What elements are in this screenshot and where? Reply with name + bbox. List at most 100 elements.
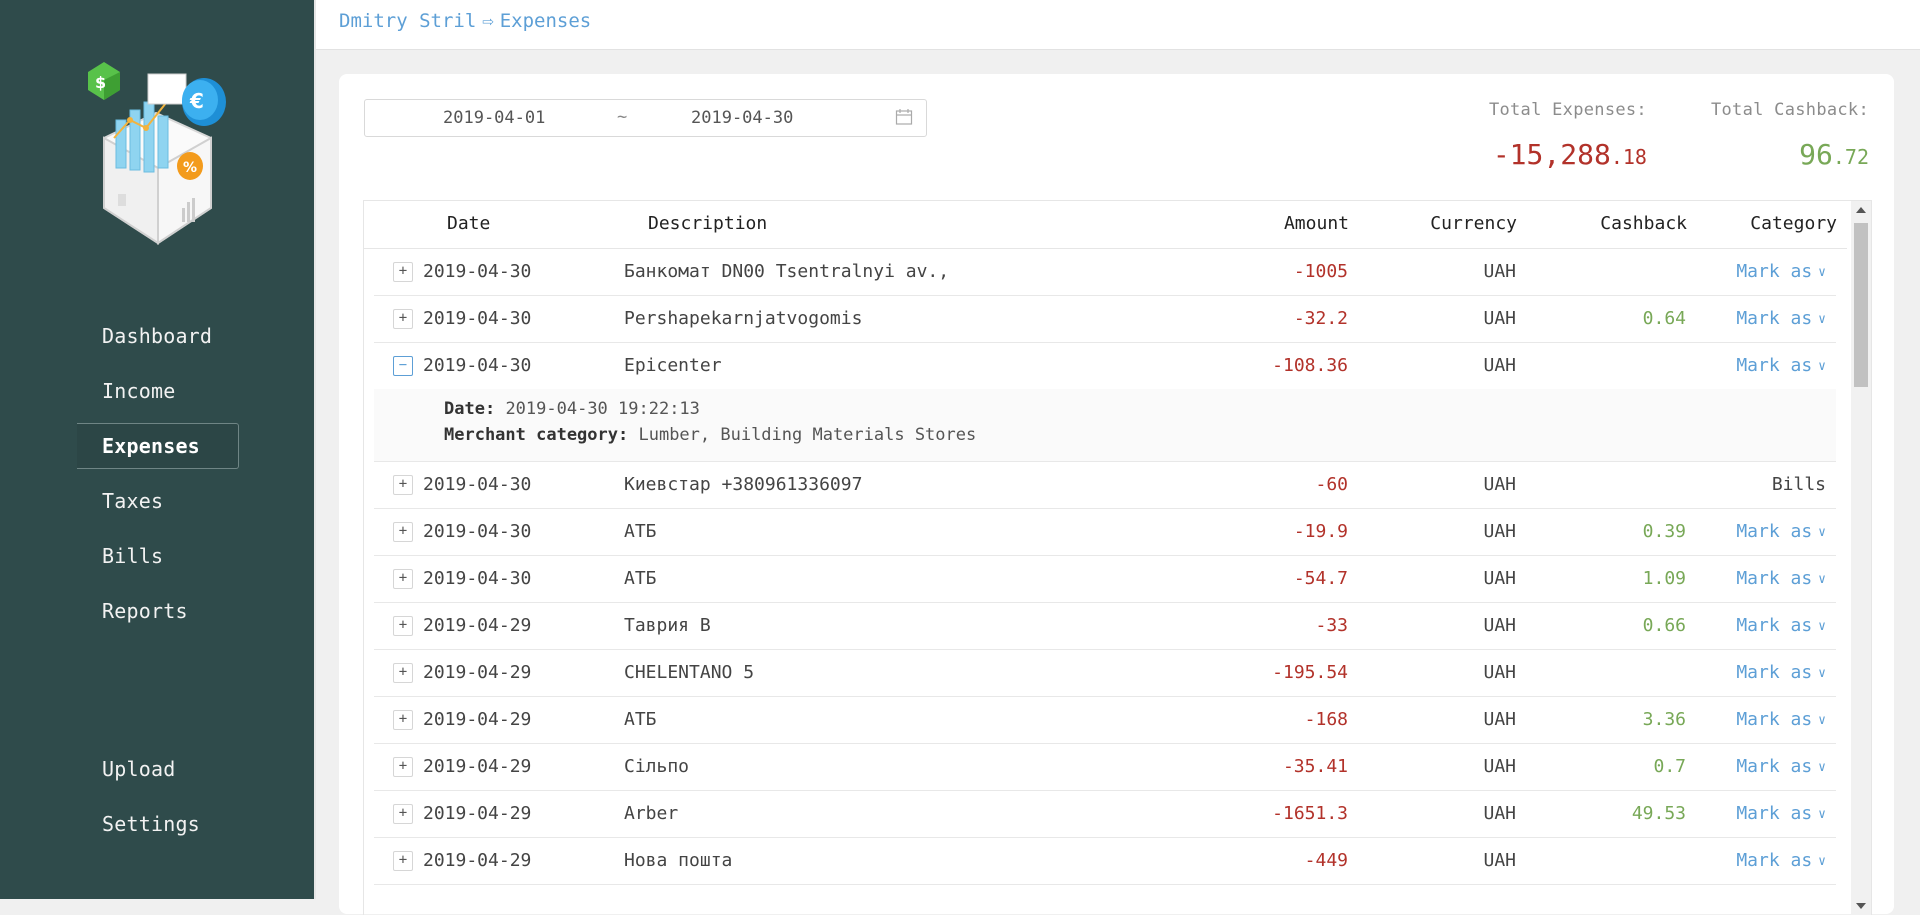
mark-as-dropdown[interactable]: Mark as ∨ [1736, 521, 1826, 542]
calendar-icon[interactable] [895, 108, 913, 126]
row-description: Epicenter [624, 355, 722, 376]
nav-item-dashboard[interactable]: Dashboard [77, 313, 239, 359]
table-row[interactable]: −2019-04-30 Epicenter -108.36 UAH Mark as ∨ [374, 343, 1836, 390]
column-header-description[interactable]: Description [648, 213, 767, 234]
mark-as-dropdown[interactable]: Mark as ∨ [1736, 308, 1826, 329]
row-currency: UAH [1483, 850, 1516, 871]
scrollbar-thumb[interactable] [1854, 223, 1868, 387]
row-amount: -1005 [1293, 261, 1348, 282]
table-row[interactable]: +2019-04-29 Нова пошта -449 UAH Mark as ∨ [374, 838, 1836, 885]
nav-item-income[interactable]: Income [77, 368, 239, 414]
expand-row-button[interactable]: + [393, 475, 413, 495]
expand-row-button[interactable]: + [393, 616, 413, 636]
column-header-currency[interactable]: Currency [1430, 213, 1517, 234]
mark-as-dropdown[interactable]: Mark as ∨ [1736, 803, 1826, 824]
chevron-down-icon: ∨ [1818, 619, 1826, 634]
row-amount: -108.36 [1272, 355, 1348, 376]
collapse-row-button[interactable]: − [393, 356, 413, 376]
row-amount: -168 [1304, 709, 1348, 730]
chevron-down-icon: ∨ [1818, 572, 1826, 587]
range-separator: ~ [617, 107, 628, 127]
date-range-picker[interactable]: 2019-04-01 ~ 2019-04-30 [364, 99, 927, 137]
scroll-up-arrow-icon[interactable] [1856, 207, 1866, 213]
row-date: 2019-04-29 [423, 850, 532, 871]
table-row[interactable]: +2019-04-29 Сільпо -35.41 UAH 0.7 Mark as ∨ [374, 744, 1836, 791]
row-date: 2019-04-29 [423, 709, 532, 730]
row-currency: UAH [1483, 709, 1516, 730]
row-amount: -32.2 [1293, 308, 1348, 329]
row-description: Arber [624, 803, 679, 824]
row-date: 2019-04-30 [423, 521, 532, 542]
column-header-date[interactable]: Date [447, 213, 490, 234]
mark-as-label: Mark as [1736, 850, 1813, 871]
chevron-down-icon: ∨ [1818, 713, 1826, 728]
table-row[interactable]: +2019-04-29 CHELENTANO 5 -195.54 UAH Mark as… [374, 650, 1836, 697]
column-header-amount[interactable]: Amount [1284, 213, 1349, 234]
scroll-down-arrow-icon[interactable] [1856, 903, 1866, 909]
table-row[interactable]: +2019-04-29 АТБ -168 UAH 3.36 Mark as ∨ [374, 697, 1836, 744]
table-row[interactable]: +2019-04-30 Банкомат DN00 Tsentralnyi av.… [374, 249, 1836, 296]
row-cashback: 49.53 [1631, 803, 1686, 824]
row-amount: -1651.3 [1272, 803, 1348, 824]
start-date-input[interactable]: 2019-04-01 [443, 108, 545, 128]
breadcrumb-expenses[interactable]: Expenses [500, 10, 592, 32]
nav-item-taxes[interactable]: Taxes [77, 478, 239, 524]
nav-item-expenses[interactable]: Expenses [77, 423, 239, 469]
expand-row-button[interactable]: + [393, 851, 413, 871]
row-currency: UAH [1483, 756, 1516, 777]
column-header-category[interactable]: Category [1750, 213, 1837, 234]
total-cashback-label: Total Cashback: [1710, 100, 1869, 120]
mark-as-dropdown[interactable]: Mark as ∨ [1736, 850, 1826, 871]
mark-as-dropdown[interactable]: Mark as ∨ [1736, 615, 1826, 636]
mark-as-label: Mark as [1736, 662, 1813, 683]
table-row[interactable]: +2019-04-30 Киевстар +380961336097 -60 UAH B… [374, 462, 1836, 509]
table-row[interactable]: +2019-04-30 Pershapekarnjatvogomis -32.2 UA… [374, 296, 1836, 343]
main-nav: Dashboard Income Expenses Taxes Bills Re… [77, 313, 239, 643]
expand-row-button[interactable]: + [393, 309, 413, 329]
chevron-down-icon: ∨ [1818, 854, 1826, 869]
mark-as-label: Mark as [1736, 615, 1813, 636]
mark-as-dropdown[interactable]: Mark as ∨ [1736, 662, 1826, 683]
breadcrumb-user[interactable]: Dmitry Stril [339, 10, 476, 32]
expand-row-button[interactable]: + [393, 663, 413, 683]
nav-item-reports[interactable]: Reports [77, 588, 239, 634]
total-expenses: Total Expenses: -15,288.18 [1489, 100, 1647, 171]
breadcrumb: Dmitry Stril ⇨ Expenses [339, 10, 591, 32]
expand-row-button[interactable]: + [393, 569, 413, 589]
row-date: 2019-04-30 [423, 261, 532, 282]
expanded-row-detail: Date: 2019-04-30 19:22:13 Merchant categ… [374, 389, 1836, 462]
mark-as-dropdown[interactable]: Mark as ∨ [1736, 355, 1826, 376]
row-currency: UAH [1483, 803, 1516, 824]
expand-row-button[interactable]: + [393, 804, 413, 824]
expand-row-button[interactable]: + [393, 522, 413, 542]
row-date: 2019-04-30 [423, 355, 532, 376]
mark-as-label: Mark as [1736, 355, 1813, 376]
row-date: 2019-04-30 [423, 474, 532, 495]
expenses-table: Date Description Amount Currency Cashbac… [363, 200, 1872, 915]
mark-as-dropdown[interactable]: Mark as ∨ [1736, 756, 1826, 777]
expand-row-button[interactable]: + [393, 262, 413, 282]
row-currency: UAH [1483, 662, 1516, 683]
row-cashback: 0.66 [1642, 615, 1686, 636]
table-scrollbar[interactable] [1851, 201, 1871, 915]
table-row[interactable]: +2019-04-30 АТБ -19.9 UAH 0.39 Mark as ∨ [374, 509, 1836, 556]
row-amount: -449 [1304, 850, 1348, 871]
mark-as-dropdown[interactable]: Mark as ∨ [1736, 709, 1826, 730]
mark-as-dropdown[interactable]: Mark as ∨ [1736, 261, 1826, 282]
nav-item-settings[interactable]: Settings [77, 801, 239, 847]
end-date-input[interactable]: 2019-04-30 [691, 108, 793, 128]
sidebar: $ € % Dashboard Income Expenses Taxes Bi… [0, 0, 316, 899]
row-cashback: 0.64 [1642, 308, 1686, 329]
row-amount: -33 [1315, 615, 1348, 636]
mark-as-dropdown[interactable]: Mark as ∨ [1736, 568, 1826, 589]
row-currency: UAH [1483, 568, 1516, 589]
row-date: 2019-04-29 [423, 615, 532, 636]
nav-item-bills[interactable]: Bills [77, 533, 239, 579]
expand-row-button[interactable]: + [393, 710, 413, 730]
column-header-cashback[interactable]: Cashback [1600, 213, 1687, 234]
nav-item-upload[interactable]: Upload [77, 746, 239, 792]
table-row[interactable]: +2019-04-30 АТБ -54.7 UAH 1.09 Mark as ∨ [374, 556, 1836, 603]
expand-row-button[interactable]: + [393, 757, 413, 777]
table-row[interactable]: +2019-04-29 Таврия В -33 UAH 0.66 Mark as ∨ [374, 603, 1836, 650]
table-row[interactable]: +2019-04-29 Arber -1651.3 UAH 49.53 Mark as ∨ [374, 791, 1836, 838]
